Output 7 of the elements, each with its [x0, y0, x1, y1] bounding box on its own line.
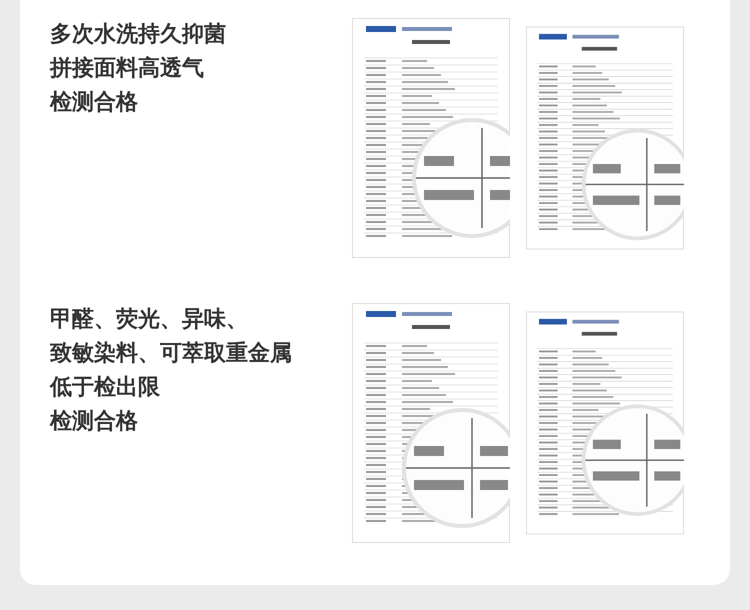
- feature-text: 致敏染料、可萃取重金属: [50, 340, 293, 368]
- feature-text: 拼接面料高透气: [50, 54, 205, 83]
- feature-text: 甲醛、荧光、异味、: [50, 306, 249, 334]
- feature-text: 低于检出限: [50, 374, 161, 402]
- feature-text: 多次水洗持久抑菌: [50, 21, 227, 49]
- feature-text: 检测合格: [50, 408, 139, 436]
- feature-text: 检测合格: [50, 89, 139, 117]
